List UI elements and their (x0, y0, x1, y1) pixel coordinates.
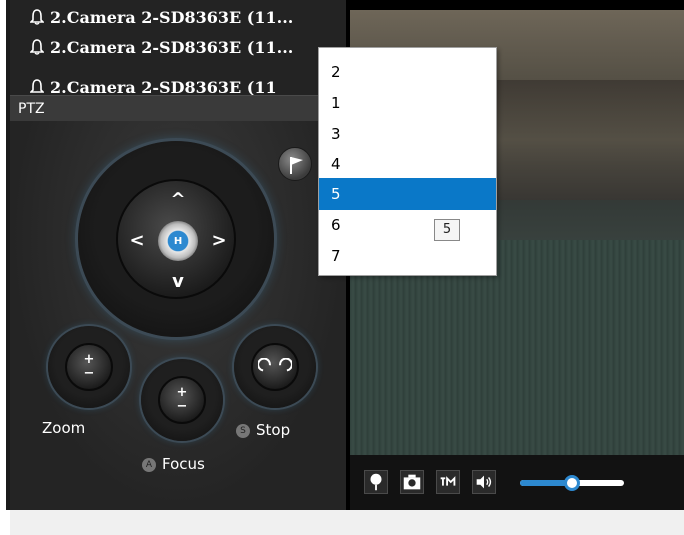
zoom-label: Zoom (42, 419, 86, 437)
flag-icon (290, 157, 303, 174)
speaker-icon (476, 475, 492, 489)
camera-list-item-label: 2.Camera 2-SD8363E (11... (50, 7, 294, 27)
volume-slider[interactable] (520, 475, 624, 491)
stop-dial[interactable] (234, 326, 316, 408)
pin-icon (370, 473, 382, 491)
preset-option[interactable]: 4 (319, 148, 496, 180)
snapshot-button[interactable] (400, 470, 424, 494)
zoom-out-button[interactable]: − (84, 367, 95, 381)
camera-list-item[interactable]: 2.Camera 2-SD8363E (11... (30, 34, 293, 60)
camera-list-item-label: 2.Camera 2-SD8363E (11 (50, 77, 277, 96)
pin-button[interactable] (364, 470, 388, 494)
preset-tooltip: 5 (434, 219, 460, 241)
camera-list-item-label: 2.Camera 2-SD8363E (11... (50, 37, 294, 57)
pan-tilt-pad: ^ v < > H (116, 179, 236, 299)
focus-dial[interactable]: + − (141, 359, 223, 441)
ptz-panel-title: PTZ (10, 95, 346, 121)
focus-near-button[interactable]: + (177, 386, 188, 400)
preset-option[interactable]: 7 (319, 240, 496, 272)
ptz-panel: ^ v < > H + − + − Zoom S Stop A Focus (10, 121, 346, 510)
stop-label: Stop (256, 421, 291, 439)
stop-small-icon: S (236, 423, 250, 438)
volume-button[interactable] (472, 470, 496, 494)
preset-option[interactable]: 1 (319, 87, 496, 119)
pan-down-button[interactable]: v (167, 271, 189, 293)
stop-label-row: S Stop (236, 421, 290, 439)
preset-option[interactable]: 6 (319, 209, 496, 241)
snapshot-icon (403, 474, 421, 490)
zoom-dial[interactable]: + − (48, 326, 130, 408)
camera-list-item[interactable]: 2.Camera 2-SD8363E (11 (30, 74, 277, 95)
bell-icon (30, 9, 44, 25)
focus-small-icon: A (142, 457, 156, 472)
focus-far-button[interactable]: − (177, 400, 188, 414)
stop-control[interactable] (251, 343, 299, 391)
bell-icon (30, 39, 44, 55)
ptz-icon (440, 476, 456, 486)
pan-tilt-dial[interactable]: ^ v < > H (78, 141, 274, 337)
bell-icon (30, 79, 44, 93)
pan-up-button[interactable]: ^ (167, 189, 189, 211)
camera-list-item[interactable]: 2.Camera 2-SD8363E (11... (30, 4, 293, 30)
preset-option-selected[interactable]: 5 (319, 178, 496, 210)
focus-label-row: A Focus (142, 455, 205, 473)
zoom-control[interactable]: + − (65, 343, 113, 391)
preset-dropdown[interactable]: 2 1 3 4 5 6 7 (318, 47, 497, 276)
home-button-label: H (173, 235, 183, 247)
focus-label: Focus (162, 455, 205, 473)
focus-control[interactable]: + − (158, 376, 206, 424)
window-left-border (0, 0, 10, 510)
bottom-status-strip (10, 510, 684, 535)
ptz-mode-button[interactable] (436, 470, 460, 494)
zoom-in-button[interactable]: + (84, 353, 95, 367)
pan-right-button[interactable]: > (208, 230, 230, 252)
pan-left-button[interactable]: < (126, 230, 148, 252)
preset-option[interactable]: 2 (319, 56, 496, 88)
preset-flag-button[interactable] (278, 147, 312, 181)
video-control-bar (346, 455, 684, 510)
rotate-icon (258, 358, 292, 372)
home-button[interactable]: H (158, 221, 198, 261)
left-panel: 2.Camera 2-SD8363E (11... 2.Camera 2-SD8… (10, 0, 346, 510)
preset-option[interactable]: 3 (319, 118, 496, 150)
camera-list: 2.Camera 2-SD8363E (11... 2.Camera 2-SD8… (10, 0, 346, 95)
volume-slider-thumb[interactable] (564, 475, 580, 491)
